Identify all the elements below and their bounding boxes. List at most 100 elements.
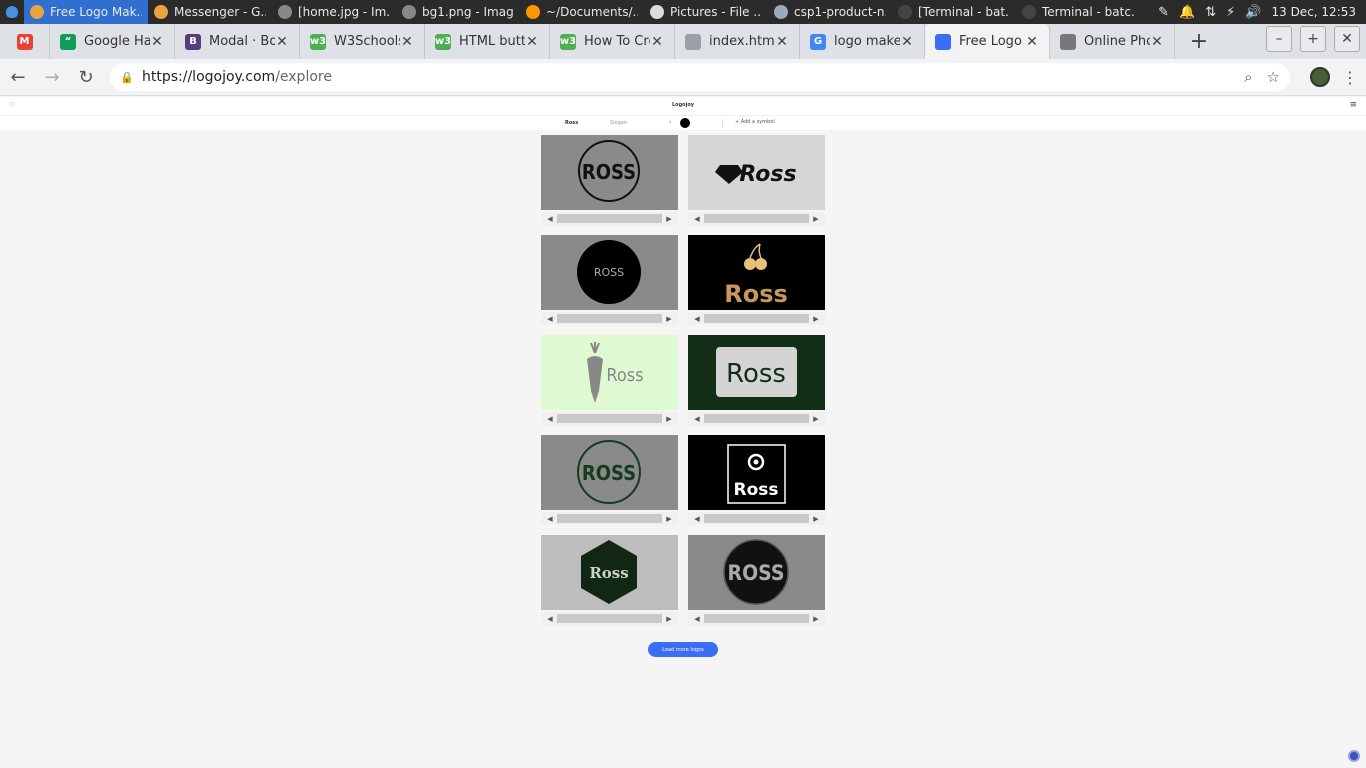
logo-preview[interactable]: Ross: [688, 235, 825, 310]
logo-card[interactable]: ROSS ◀ ▶: [541, 435, 678, 525]
logo-scrollbar[interactable]: ◀ ▶: [541, 512, 678, 525]
zoom-icon[interactable]: ⌕: [1244, 68, 1252, 86]
start-menu-button[interactable]: [0, 0, 24, 24]
close-tab-icon[interactable]: ✕: [525, 34, 539, 50]
logo-card[interactable]: ROSS ◀ ▶: [541, 135, 678, 225]
hamburger-menu-icon[interactable]: ≡: [1349, 100, 1357, 110]
browser-tab[interactable]: M: [0, 24, 50, 59]
logo-preview[interactable]: Ross: [541, 535, 678, 610]
logo-scrollbar[interactable]: ◀ ▶: [541, 312, 678, 325]
taskbar-item[interactable]: bg1.png - Imag...: [396, 0, 520, 24]
logo-preview[interactable]: Ross: [688, 335, 825, 410]
notes-icon[interactable]: ✎: [1158, 5, 1169, 20]
logo-scrollbar[interactable]: ◀ ▶: [688, 212, 825, 225]
logo-preview[interactable]: ROSS: [541, 235, 678, 310]
browser-tab[interactable]: B Modal · Boo✕: [175, 24, 300, 59]
bell-icon[interactable]: 🔔: [1179, 5, 1195, 20]
close-tab-icon[interactable]: ✕: [650, 34, 664, 50]
taskbar-item[interactable]: [home.jpg - Im...: [272, 0, 396, 24]
scroll-left-icon[interactable]: ◀: [545, 215, 555, 223]
back-button[interactable]: ←: [2, 61, 34, 93]
scroll-track[interactable]: [704, 414, 809, 423]
network-icon[interactable]: ⇅: [1205, 5, 1216, 20]
volume-icon[interactable]: 🔊: [1245, 5, 1261, 20]
taskbar-item[interactable]: csp1-product-n...: [768, 0, 892, 24]
scroll-track[interactable]: [557, 614, 662, 623]
logo-card[interactable]: Ross ◀ ▶: [688, 135, 825, 225]
logo-card[interactable]: ROSS ◀ ▶: [541, 235, 678, 325]
scroll-left-icon[interactable]: ◀: [692, 515, 702, 523]
browser-tab[interactable]: index.html ✕: [675, 24, 800, 59]
browser-tab[interactable]: w3 W3Schools ✕: [300, 24, 425, 59]
taskbar-item[interactable]: Messenger - G...: [148, 0, 272, 24]
company-name-field[interactable]: Ross: [565, 120, 578, 126]
logo-preview[interactable]: ROSS: [541, 135, 678, 210]
logo-card[interactable]: Ross ◀ ▶: [688, 335, 825, 425]
logo-card[interactable]: Ross ◀ ▶: [541, 335, 678, 425]
logo-preview[interactable]: Ross: [688, 135, 825, 210]
browser-tab[interactable]: Free Logo I ✕: [925, 24, 1050, 59]
close-tab-icon[interactable]: ✕: [900, 34, 914, 50]
scroll-track[interactable]: [704, 214, 809, 223]
logo-preview[interactable]: Ross: [688, 435, 825, 510]
logo-scrollbar[interactable]: ◀ ▶: [688, 312, 825, 325]
address-bar[interactable]: 🔒 https://logojoy.com/explore ⌕ ☆: [110, 63, 1290, 91]
browser-tab[interactable]: Online Pho ✕: [1050, 24, 1175, 59]
scroll-right-icon[interactable]: ▶: [811, 515, 821, 523]
clock[interactable]: 13 Dec, 12:53: [1271, 5, 1356, 19]
scroll-right-icon[interactable]: ▶: [664, 415, 674, 423]
taskbar-item[interactable]: ~/Documents/...: [520, 0, 644, 24]
close-window-button[interactable]: ✕: [1334, 26, 1360, 52]
taskbar-item[interactable]: Pictures - File ...: [644, 0, 768, 24]
taskbar-item[interactable]: [Terminal - bat...: [892, 0, 1016, 24]
scroll-left-icon[interactable]: ◀: [545, 415, 555, 423]
logo-preview[interactable]: ROSS: [688, 535, 825, 610]
scroll-track[interactable]: [704, 314, 809, 323]
close-tab-icon[interactable]: ✕: [1025, 34, 1039, 50]
profile-avatar[interactable]: [1310, 67, 1330, 87]
logo-scrollbar[interactable]: ◀ ▶: [541, 412, 678, 425]
close-tab-icon[interactable]: ✕: [1150, 34, 1164, 50]
close-tab-icon[interactable]: ✕: [275, 34, 289, 50]
scroll-left-icon[interactable]: ◀: [692, 215, 702, 223]
scroll-left-icon[interactable]: ◀: [545, 515, 555, 523]
power-icon[interactable]: ⚡: [1226, 5, 1235, 20]
slogan-field[interactable]: Slogan: [610, 120, 627, 126]
color-prev-icon[interactable]: ‹: [669, 119, 671, 126]
logo-scrollbar[interactable]: ◀ ▶: [688, 612, 825, 625]
scroll-track[interactable]: [704, 514, 809, 523]
browser-tab[interactable]: w3 How To Cre ✕: [550, 24, 675, 59]
scroll-right-icon[interactable]: ▶: [664, 215, 674, 223]
bookmark-star-icon[interactable]: ☆: [1267, 68, 1280, 86]
maximize-button[interactable]: +: [1300, 26, 1326, 52]
browser-tab[interactable]: “ Google Han✕: [50, 24, 175, 59]
scroll-track[interactable]: [557, 514, 662, 523]
logo-card[interactable]: Ross ◀ ▶: [688, 435, 825, 525]
scroll-right-icon[interactable]: ▶: [811, 315, 821, 323]
scroll-left-icon[interactable]: ◀: [545, 615, 555, 623]
close-tab-icon[interactable]: ✕: [400, 34, 414, 50]
load-more-button[interactable]: Load more logos: [648, 642, 718, 657]
taskbar-item[interactable]: Free Logo Mak...: [24, 0, 148, 24]
scroll-left-icon[interactable]: ◀: [545, 315, 555, 323]
forward-button[interactable]: →: [36, 61, 68, 93]
logo-card[interactable]: Ross ◀ ▶: [688, 235, 825, 325]
scroll-track[interactable]: [704, 614, 809, 623]
scroll-left-icon[interactable]: ◀: [692, 615, 702, 623]
scroll-left-icon[interactable]: ◀: [692, 315, 702, 323]
logo-scrollbar[interactable]: ◀ ▶: [688, 512, 825, 525]
reload-button[interactable]: ↻: [70, 61, 102, 93]
lock-icon[interactable]: 🔒: [120, 71, 134, 84]
scroll-track[interactable]: [557, 414, 662, 423]
color-swatch[interactable]: [680, 118, 690, 128]
scroll-left-icon[interactable]: ◀: [692, 415, 702, 423]
logo-scrollbar[interactable]: ◀ ▶: [688, 412, 825, 425]
logo-scrollbar[interactable]: ◀ ▶: [541, 212, 678, 225]
logo-card[interactable]: ROSS ◀ ▶: [688, 535, 825, 625]
logo-preview[interactable]: ROSS: [541, 435, 678, 510]
logo-card[interactable]: Ross ◀ ▶: [541, 535, 678, 625]
chrome-menu-icon[interactable]: ⋮: [1340, 68, 1360, 87]
browser-tab[interactable]: w3 HTML butto✕: [425, 24, 550, 59]
scroll-right-icon[interactable]: ▶: [664, 615, 674, 623]
site-brand[interactable]: Logojoy: [0, 102, 1366, 108]
